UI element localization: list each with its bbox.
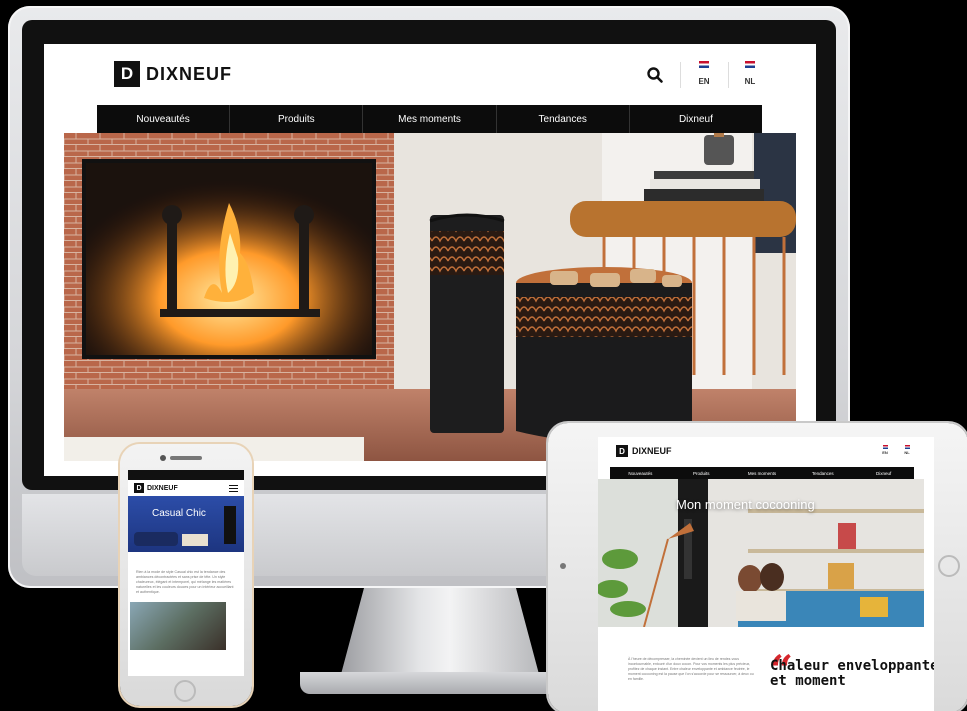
- logo-mark: D: [134, 483, 144, 493]
- phone-hero-image: [134, 506, 236, 546]
- desktop-screen: D DIXNEUF EN NL Nouveautés Produits Mes …: [44, 44, 816, 476]
- nav-item-dixneuf[interactable]: Dixneuf: [630, 105, 762, 133]
- language-nl-label: NL: [904, 450, 910, 455]
- uk-flag-icon: [882, 445, 888, 449]
- nav-item-nouveautes[interactable]: Nouveautés: [97, 105, 231, 133]
- language-en-button[interactable]: EN: [878, 445, 892, 455]
- tablet-camera: [560, 563, 566, 569]
- nav-item-mes-moments[interactable]: Mes moments: [363, 105, 497, 133]
- phone-hero: Casual Chic: [128, 496, 244, 552]
- smartphone: D DIXNEUF Casual Chic Rien à la mode de …: [120, 444, 252, 706]
- status-bar: [128, 470, 244, 480]
- home-button[interactable]: [174, 680, 196, 702]
- tablet-quote: “ Chaleur enveloppante et moment: [770, 651, 934, 691]
- phone-logo[interactable]: D DIXNEUF: [134, 483, 178, 493]
- tablet-screen: D DIXNEUF EN NL Nouveautés Produits Mes …: [598, 437, 934, 711]
- nl-flag-icon: [904, 445, 910, 449]
- search-icon[interactable]: [646, 66, 664, 84]
- nav-item-tendances[interactable]: Tendances: [792, 467, 853, 479]
- monitor-stand-base: [300, 672, 570, 694]
- site-header: D DIXNEUF EN NL: [44, 44, 816, 104]
- language-nl-button[interactable]: NL: [900, 445, 914, 455]
- uk-flag-icon: [699, 61, 709, 68]
- earpiece: [170, 456, 202, 460]
- tablet-nav: Nouveautés Produits Mes moments Tendance…: [610, 467, 914, 479]
- tablet-body-text: À l'heure de décompresser, la cheminée d…: [628, 657, 754, 681]
- logo-text: DIXNEUF: [632, 446, 672, 456]
- logo-text: DIXNEUF: [146, 63, 233, 84]
- nav-item-mes-moments[interactable]: Mes moments: [732, 467, 793, 479]
- quote-title: Chaleur enveloppante et moment: [770, 658, 934, 689]
- language-nl-label: NL: [744, 77, 756, 86]
- header-divider: [680, 62, 681, 88]
- tablet: D DIXNEUF EN NL Nouveautés Produits Mes …: [548, 423, 967, 711]
- nav-item-tendances[interactable]: Tendances: [497, 105, 630, 133]
- nav-item-produits[interactable]: Produits: [671, 467, 732, 479]
- tablet-logo[interactable]: D DIXNEUF: [616, 445, 672, 457]
- nav-item-dixneuf[interactable]: Dixneuf: [853, 467, 914, 479]
- phone-lifestyle-image: [130, 602, 226, 650]
- monitor-stand: [340, 588, 540, 678]
- nl-flag-icon: [745, 61, 755, 68]
- language-en-label: EN: [698, 77, 710, 86]
- main-nav: Nouveautés Produits Mes moments Tendance…: [97, 105, 762, 133]
- logo-mark: D: [616, 445, 628, 457]
- hamburger-menu-icon[interactable]: [229, 484, 238, 492]
- site-logo[interactable]: D DIXNEUF: [114, 61, 232, 87]
- nav-item-nouveautes[interactable]: Nouveautés: [610, 467, 671, 479]
- language-nl-button[interactable]: NL: [738, 61, 762, 89]
- tablet-home-button[interactable]: [938, 555, 960, 577]
- language-en-button[interactable]: EN: [692, 61, 716, 89]
- header-divider: [728, 62, 729, 88]
- front-camera: [160, 455, 166, 461]
- nav-item-produits[interactable]: Produits: [230, 105, 364, 133]
- phone-header: D DIXNEUF: [128, 480, 244, 496]
- language-en-label: EN: [882, 450, 888, 455]
- logo-mark: D: [114, 61, 140, 87]
- hero-image: [64, 133, 796, 461]
- logo-text: DIXNEUF: [147, 484, 178, 492]
- tablet-hero-title: Mon moment cocooning: [676, 497, 815, 512]
